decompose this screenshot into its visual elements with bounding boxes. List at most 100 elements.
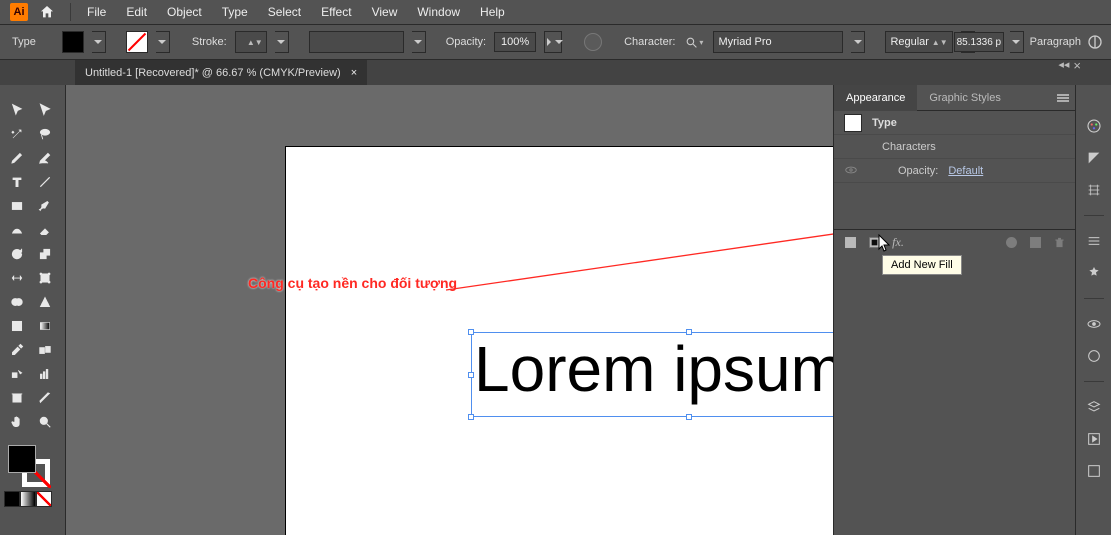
workspace: Lorem ipsum Công cụ tạo nền cho đối tượn… (0, 85, 1111, 535)
rotate-tool[interactable] (4, 243, 30, 265)
curvature-tool[interactable] (32, 147, 58, 169)
stroke-swatch[interactable] (126, 31, 148, 53)
font-search-icon[interactable]: ▾ (683, 31, 705, 53)
appearance-row-characters[interactable]: Characters (834, 135, 1075, 159)
appearance-thumb (844, 114, 862, 132)
free-transform-tool[interactable] (32, 267, 58, 289)
perspective-tool[interactable] (32, 291, 58, 313)
hand-tool[interactable] (4, 411, 30, 433)
opacity-field[interactable] (494, 32, 536, 52)
menu-effect[interactable]: Effect (311, 0, 361, 25)
brush-field[interactable] (309, 31, 404, 53)
home-icon[interactable] (38, 3, 56, 21)
menu-select[interactable]: Select (258, 0, 311, 25)
menu-view[interactable]: View (362, 0, 408, 25)
color-mode-none[interactable] (36, 491, 52, 507)
artboard-tool[interactable] (4, 387, 30, 409)
close-tab-icon[interactable]: × (351, 67, 357, 79)
zoom-tool[interactable] (32, 411, 58, 433)
font-size-dropdown[interactable] (1010, 31, 1024, 53)
eyedropper-tool[interactable] (4, 339, 30, 361)
shaper-tool[interactable] (4, 219, 30, 241)
color-mode-solid[interactable] (4, 491, 20, 507)
asset-panel-icon[interactable] (1083, 460, 1105, 482)
brush-dropdown[interactable] (412, 31, 426, 53)
column-graph-tool[interactable] (32, 363, 58, 385)
document-tab[interactable]: Untitled-1 [Recovered]* @ 66.67 % (CMYK/… (75, 60, 367, 85)
visibility-eye-icon[interactable] (844, 163, 860, 179)
clear-appearance-icon (1003, 235, 1019, 251)
color-mode-gradient[interactable] (20, 491, 36, 507)
scale-tool[interactable] (32, 243, 58, 265)
menu-help[interactable]: Help (470, 0, 515, 25)
duplicate-item-icon (1027, 235, 1043, 251)
selected-text-object[interactable]: Lorem ipsum (471, 332, 833, 417)
stroke-panel-icon[interactable] (1083, 230, 1105, 252)
canvas-area[interactable]: Lorem ipsum Công cụ tạo nền cho đối tượn… (66, 85, 833, 535)
menu-bar: Ai FileEditObjectTypeSelectEffectViewWin… (0, 0, 1111, 25)
control-bar: Type Stroke: ▲▼ Opacity: Character: ▾ ▲▼… (0, 25, 1111, 60)
magic-wand-tool[interactable] (4, 123, 30, 145)
lasso-tool[interactable] (32, 123, 58, 145)
fill-dropdown[interactable] (92, 31, 106, 53)
tab-appearance[interactable]: Appearance (834, 85, 917, 111)
appearance-row-type[interactable]: Type (834, 111, 1075, 135)
menu-window[interactable]: Window (407, 0, 470, 25)
recolor-button[interactable] (584, 33, 602, 51)
opacity-dropdown[interactable] (544, 31, 562, 53)
paintbrush-tool[interactable] (32, 195, 58, 217)
selection-tool[interactable] (4, 99, 30, 121)
swatches-panel-icon[interactable] (1083, 147, 1105, 169)
fill-stroke-indicator[interactable] (4, 445, 60, 485)
menu-edit[interactable]: Edit (116, 0, 157, 25)
gradient-tool[interactable] (32, 315, 58, 337)
color-panel-icon[interactable] (1083, 115, 1105, 137)
shape-builder-tool[interactable] (4, 291, 30, 313)
mesh-tool[interactable] (4, 315, 30, 337)
direct-selection-tool[interactable] (32, 99, 58, 121)
add-stroke-icon[interactable] (842, 235, 858, 251)
panel-menu-icon[interactable] (1051, 85, 1075, 110)
brushes-panel-icon[interactable] (1083, 179, 1105, 201)
align-icon[interactable] (1087, 34, 1103, 50)
fill-swatch[interactable] (62, 31, 84, 53)
export-panel-icon[interactable] (1083, 428, 1105, 450)
appearance-footer: fx. (834, 229, 1075, 255)
opacity-label: Opacity: (446, 36, 486, 48)
paragraph-label: Paragraph (1030, 36, 1081, 48)
eraser-tool[interactable] (32, 219, 58, 241)
stroke-dropdown[interactable] (156, 31, 170, 53)
tab-graphic-styles[interactable]: Graphic Styles (917, 85, 1013, 111)
symbols-panel-icon[interactable] (1083, 262, 1105, 284)
libraries-panel-icon[interactable] (1083, 396, 1105, 418)
opacity-row-label: Opacity: (898, 165, 938, 177)
slice-tool[interactable] (32, 387, 58, 409)
appearance-kind-label: Type (872, 117, 897, 129)
document-tab-title: Untitled-1 [Recovered]* @ 66.67 % (CMYK/… (85, 67, 341, 79)
width-tool[interactable] (4, 267, 30, 289)
blend-tool[interactable] (32, 339, 58, 361)
line-tool[interactable] (32, 171, 58, 193)
type-tool[interactable] (4, 171, 30, 193)
stroke-weight-dropdown[interactable] (275, 31, 289, 53)
character-label: Character: (624, 36, 675, 48)
panel-collapse-arrows-icon[interactable]: ◂◂ (1058, 58, 1069, 73)
appearance-panel-icon[interactable] (1083, 345, 1105, 367)
menu-type[interactable]: Type (212, 0, 258, 25)
pen-tool[interactable] (4, 147, 30, 169)
panel-collapse-row: ◂◂ × (1058, 58, 1081, 73)
panel-close-icon[interactable]: × (1073, 58, 1081, 73)
font-family-dropdown[interactable] (851, 31, 865, 53)
stroke-weight-field[interactable]: ▲▼ (235, 31, 267, 53)
symbol-sprayer-tool[interactable] (4, 363, 30, 385)
menu-file[interactable]: File (77, 0, 116, 25)
font-family-field[interactable] (713, 31, 843, 53)
add-effect-icon[interactable]: fx. (890, 235, 906, 251)
layers-panel-icon[interactable] (1083, 313, 1105, 335)
menu-object[interactable]: Object (157, 0, 212, 25)
rectangle-tool[interactable] (4, 195, 30, 217)
appearance-row-opacity[interactable]: Opacity: Default (834, 159, 1075, 183)
add-fill-icon[interactable] (866, 235, 882, 251)
font-size-field[interactable] (954, 32, 1004, 52)
opacity-row-value[interactable]: Default (948, 165, 983, 177)
